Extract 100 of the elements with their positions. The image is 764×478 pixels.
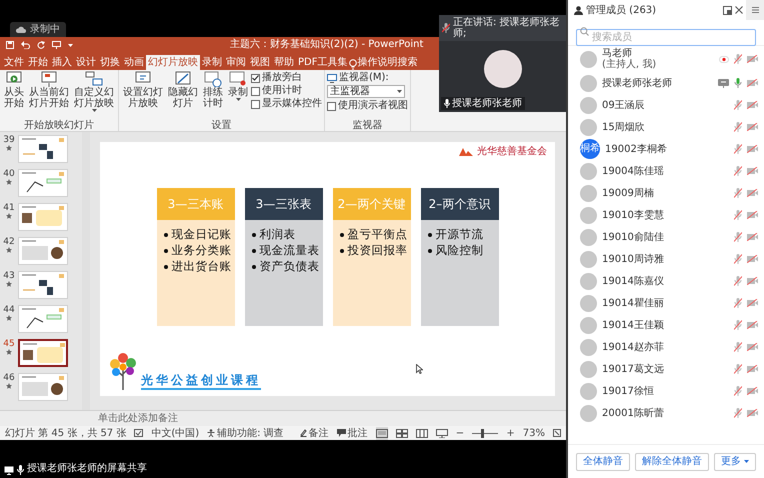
window-title: 主题六：财务基础知识(2)(2) - PowerPoint xyxy=(230,38,424,52)
member-name: 19017葛文远 xyxy=(602,364,664,374)
ribbon-button[interactable]: 从头开始 xyxy=(2,71,26,120)
ribbon-tab[interactable]: 动画 xyxy=(122,55,146,70)
ribbon-tab[interactable]: 切换 xyxy=(98,55,122,70)
avatar xyxy=(580,360,597,378)
screen-share-icon xyxy=(4,466,14,475)
slide-number: 44 xyxy=(3,305,15,315)
member-name: 19010周诗雅 xyxy=(602,254,664,264)
group-label: 开始放映幻灯片 xyxy=(23,120,95,131)
ribbon-tab[interactable]: 帮助 xyxy=(272,55,296,70)
fit-window-icon[interactable] xyxy=(553,429,561,437)
ribbon-button[interactable]: 自定义幻灯片放映 xyxy=(72,71,116,120)
caret-icon xyxy=(744,460,749,463)
star-icon xyxy=(6,315,12,321)
ribbon-tab[interactable]: 设计 xyxy=(74,55,98,70)
ribbon-tab[interactable]: 开始 xyxy=(26,55,50,70)
ribbon-tab[interactable]: 视图 xyxy=(248,55,272,70)
member-name: 19004陈佳瑶 xyxy=(602,166,664,176)
zoom-in-button[interactable]: + xyxy=(506,426,515,440)
mic-muted-icon xyxy=(442,23,450,33)
slide-sorter-icon xyxy=(396,428,408,438)
person-icon xyxy=(574,6,583,14)
slide-number: 40 xyxy=(3,169,15,179)
foundation-logo-icon xyxy=(458,147,474,157)
ribbon-tab[interactable]: 幻灯片放映 xyxy=(146,55,200,70)
member-name: 19014瞿佳丽 xyxy=(602,298,664,308)
member-name: 19014赵亦菲 xyxy=(602,342,664,352)
language-label[interactable]: 中文(中国) xyxy=(151,426,200,440)
slide-thumbnail[interactable] xyxy=(18,339,68,367)
slide-counter: 幻灯片 第 45 张，共 57 张 xyxy=(5,426,126,440)
member-name: 19010李雯慧 xyxy=(602,210,664,220)
list-item: 投资回报率 xyxy=(340,242,410,258)
avatar xyxy=(580,50,597,68)
ribbon-tab[interactable]: 文件 xyxy=(2,55,26,70)
ribbon-button[interactable]: 隐藏幻灯片 xyxy=(166,71,200,120)
caret-icon[interactable] xyxy=(68,44,73,46)
spellcheck-icon[interactable] xyxy=(134,429,144,437)
avatar xyxy=(580,316,597,334)
avatar xyxy=(580,382,597,400)
ribbon-button[interactable]: 从当前幻灯片开始 xyxy=(27,71,71,120)
slider-thumb[interactable] xyxy=(480,428,484,438)
scrollbar[interactable] xyxy=(82,132,90,410)
redo-icon[interactable] xyxy=(37,41,45,49)
slide-number: 46 xyxy=(3,373,15,383)
microphone-icon xyxy=(17,465,24,475)
check-icon xyxy=(252,75,259,81)
comments-button[interactable]: 批注 xyxy=(336,426,368,440)
close-icon[interactable] xyxy=(735,6,743,14)
ribbon-button[interactable]: 录制 xyxy=(226,71,250,120)
avatar xyxy=(580,294,597,312)
search-field[interactable]: 搜索成员 xyxy=(576,29,756,46)
caret-icon xyxy=(92,109,96,112)
view-button[interactable] xyxy=(396,426,408,440)
monitor-select[interactable]: 主监视器 xyxy=(327,85,405,98)
avatar xyxy=(580,404,597,422)
ribbon-tab[interactable]: PDF工具集 xyxy=(296,55,350,70)
popout-icon[interactable] xyxy=(723,6,732,14)
list-item: 利润表 xyxy=(252,226,322,242)
checkbox[interactable]: 显示媒体控件 xyxy=(251,98,322,110)
checkbox[interactable]: 使用计时 xyxy=(251,85,322,97)
undo-icon[interactable] xyxy=(21,41,30,49)
notes-button[interactable]: 备注 xyxy=(300,426,329,440)
action-button[interactable]: 解除全体静音 xyxy=(635,452,709,470)
ribbon-tab[interactable]: 审阅 xyxy=(224,55,248,70)
ribbon-button[interactable]: 排练计时 xyxy=(201,71,225,120)
ribbon-button[interactable]: 设置幻灯片放映 xyxy=(121,71,165,120)
action-button[interactable]: 全体静音 xyxy=(576,452,630,470)
member-name: 马老师 xyxy=(602,48,633,59)
view-button[interactable] xyxy=(376,426,388,440)
menu-button[interactable] xyxy=(746,0,764,20)
ribbon-tab[interactable]: 插入 xyxy=(50,55,74,70)
list-item: 风险控制 xyxy=(428,242,498,258)
accessibility-status[interactable]: 辅助功能: 调查 xyxy=(207,426,284,440)
group-label: 设置 xyxy=(210,120,232,131)
speaking-indicator: 正在讲话: 授课老师张老师; xyxy=(453,17,561,39)
tell-me-search[interactable]: 操作说明搜索 xyxy=(357,55,418,70)
save-icon[interactable] xyxy=(6,41,14,49)
checkbox[interactable]: 播放旁白 xyxy=(251,72,322,84)
more-button[interactable]: 更多 xyxy=(714,452,756,470)
field-label: 监视器(M): xyxy=(339,72,389,84)
organization-name: 光华慈善基金会 xyxy=(477,146,547,158)
avatar xyxy=(580,272,597,290)
avatar xyxy=(580,250,597,268)
member-name: 19017徐恒 xyxy=(602,386,654,396)
avatar xyxy=(580,338,597,356)
list-item: 进出货台账 xyxy=(164,258,234,274)
zoom-out-button[interactable]: − xyxy=(456,426,464,440)
star-icon xyxy=(6,247,12,253)
ribbon-tab[interactable]: 录制 xyxy=(200,55,224,70)
notes-placeholder[interactable]: 单击此处添加备注 xyxy=(98,413,178,424)
avatar xyxy=(580,184,597,202)
star-icon xyxy=(6,213,12,219)
list-item: 现金流量表 xyxy=(252,242,322,258)
star-icon xyxy=(6,349,12,355)
view-button[interactable] xyxy=(416,426,428,440)
microphone-icon xyxy=(444,99,450,108)
presentation-icon[interactable] xyxy=(52,41,61,49)
checkbox[interactable]: 使用演示者视图 xyxy=(327,100,408,112)
avatar: 桐希 xyxy=(580,139,600,159)
